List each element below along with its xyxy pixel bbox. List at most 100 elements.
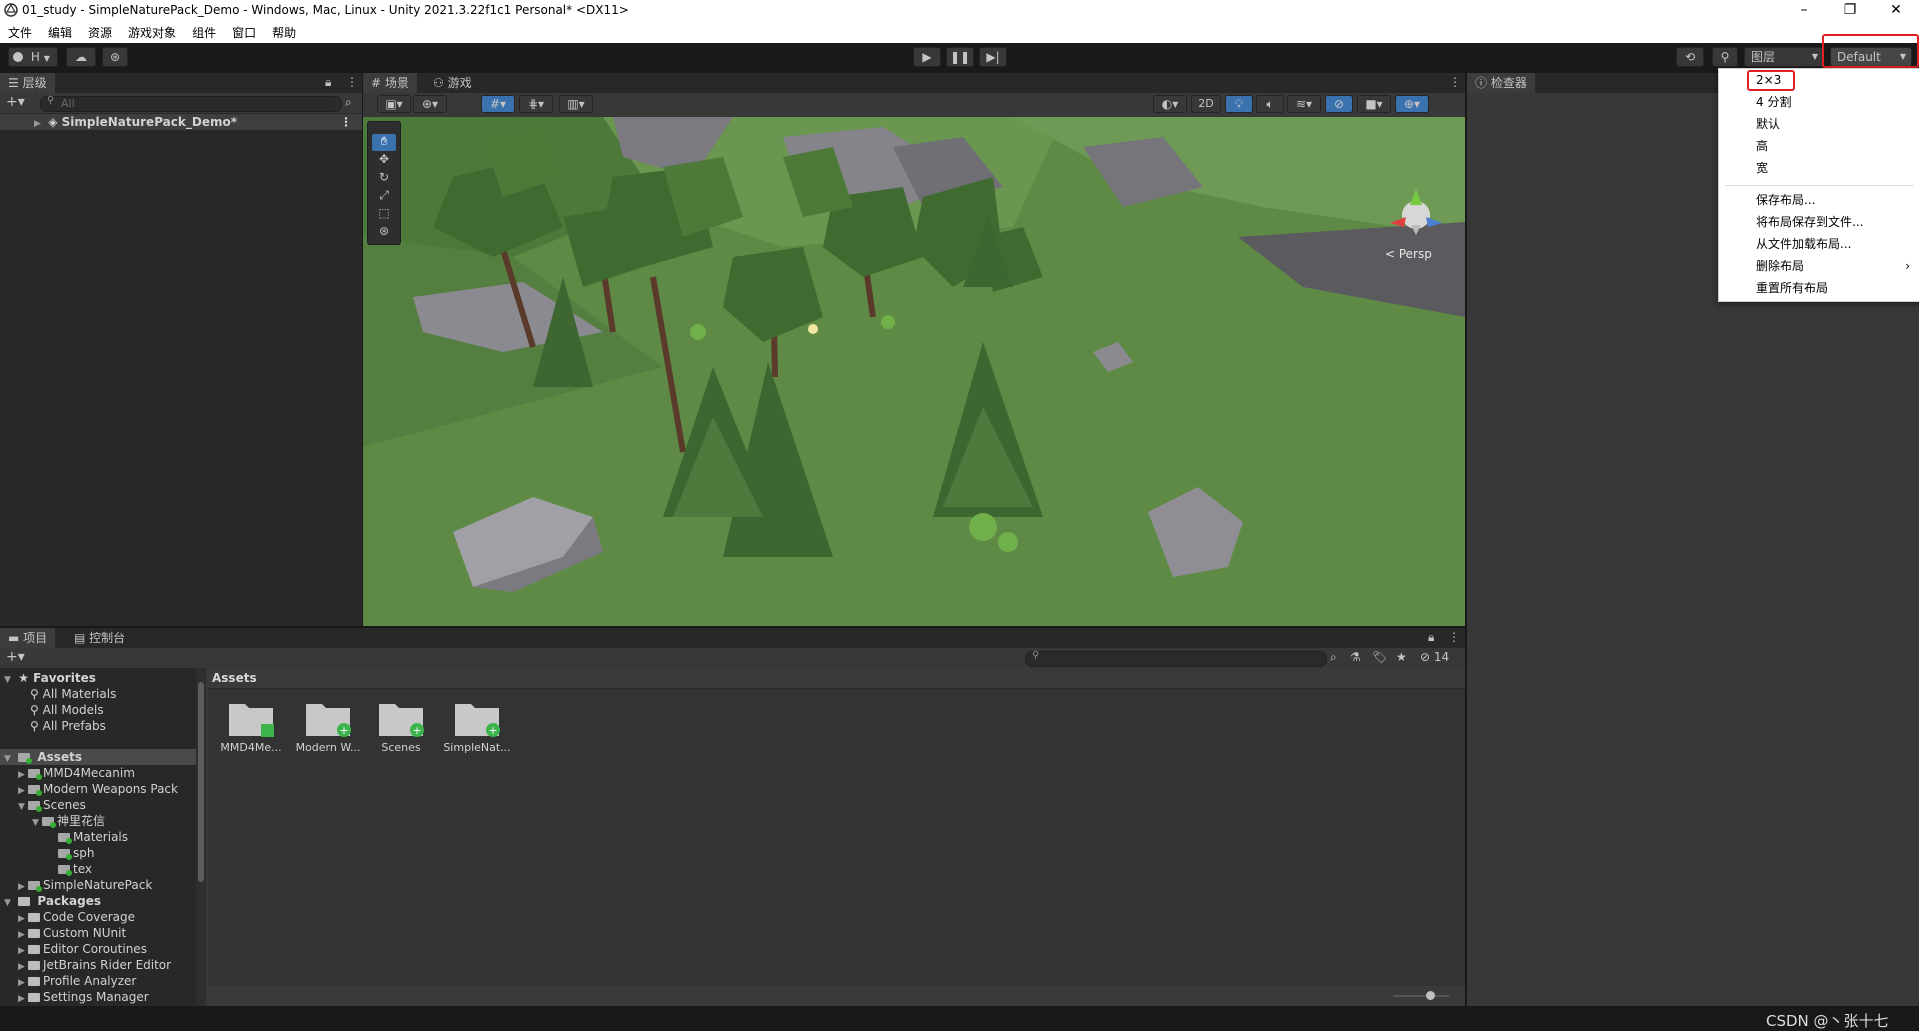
transform-tool-button[interactable]: ⊛: [372, 224, 396, 241]
favorite-star-icon[interactable]: ★: [1396, 650, 1407, 664]
layout-option-wide[interactable]: 宽: [1719, 159, 1919, 177]
tab-console[interactable]: ▤ 控制台: [66, 628, 133, 648]
menu-component[interactable]: 组件: [184, 22, 224, 43]
scale-tool-button[interactable]: ⤢: [372, 188, 396, 205]
close-button[interactable]: ✕: [1873, 0, 1919, 22]
undo-history-button[interactable]: ⟲: [1676, 47, 1704, 67]
lighting-toggle[interactable]: 💡︎: [1225, 95, 1253, 113]
zoom-slider-thumb[interactable]: [1426, 991, 1435, 1000]
menu-assets[interactable]: 资源: [80, 22, 120, 43]
global-local-dropdown[interactable]: ⊕▾: [413, 95, 447, 113]
folder-row[interactable]: tex: [58, 861, 92, 877]
increment-snap-dropdown[interactable]: ⋕▾: [519, 95, 553, 113]
favorite-item[interactable]: ⚲ All Prefabs: [30, 718, 106, 734]
more-menu-icon[interactable]: ⋮: [346, 75, 358, 89]
package-row[interactable]: ▶ Editor Coroutines: [18, 941, 147, 957]
tab-project[interactable]: ▬ 项目: [0, 628, 56, 648]
folder-row[interactable]: ▼ 神里花信: [32, 813, 105, 829]
layout-option-default[interactable]: 默认: [1719, 115, 1919, 133]
favorite-item[interactable]: ⚲ All Models: [30, 702, 104, 718]
maximize-button[interactable]: ❐: [1827, 0, 1873, 22]
folder-row[interactable]: ▶ Modern Weapons Pack: [18, 781, 178, 797]
search-button[interactable]: ⚲: [1712, 47, 1738, 67]
hidden-packages-toggle[interactable]: ⊘ 14: [1420, 650, 1449, 664]
minimize-button[interactable]: –: [1781, 0, 1827, 22]
play-button[interactable]: ▶: [913, 47, 941, 67]
draw-mode-dropdown[interactable]: ▣▾: [377, 95, 411, 113]
hand-tool-button[interactable]: ✋︎: [372, 134, 396, 151]
account-button[interactable]: H ▼: [8, 47, 58, 67]
audio-toggle[interactable]: 🔈︎: [1256, 95, 1284, 113]
filter-by-label-icon[interactable]: 🏷︎: [1372, 650, 1387, 664]
tab-inspector[interactable]: ⓘ 检查器: [1467, 73, 1535, 93]
more-menu-icon[interactable]: ⋮: [340, 114, 352, 130]
asset-folder-tile[interactable]: + Scenes: [368, 698, 434, 768]
menu-window[interactable]: 窗口: [224, 22, 264, 43]
rotate-tool-button[interactable]: ↻: [372, 170, 396, 187]
camera-dropdown[interactable]: ■▾: [1357, 95, 1391, 113]
package-row[interactable]: ▶ Code Coverage: [18, 909, 135, 925]
move-tool-button[interactable]: ✥: [372, 152, 396, 169]
folder-row[interactable]: Materials: [58, 829, 128, 845]
menu-file[interactable]: 文件: [0, 22, 40, 43]
tab-game[interactable]: ⚇ 游戏: [425, 73, 480, 93]
folder-row[interactable]: sph: [58, 845, 94, 861]
add-button[interactable]: +▾: [6, 94, 25, 110]
scene-row[interactable]: ▶ ◈ SimpleNaturePack_Demo* ⋮: [0, 114, 362, 130]
load-layout-from-file-item[interactable]: 从文件加载布局...: [1719, 235, 1919, 253]
menu-help[interactable]: 帮助: [264, 22, 304, 43]
package-row[interactable]: ▶ Profile Analyzer: [18, 973, 136, 989]
scene-visibility-toggle[interactable]: ⊘: [1325, 95, 1353, 113]
grid-snap-toggle[interactable]: #▾: [481, 95, 515, 113]
tab-hierarchy[interactable]: ☰ 层级: [0, 73, 55, 93]
project-search-input[interactable]: ⚲: [1025, 650, 1327, 667]
package-row[interactable]: ▶ Custom NUnit: [18, 925, 126, 941]
lock-icon[interactable]: 🔒︎: [1428, 630, 1434, 645]
step-button[interactable]: ▶|: [979, 47, 1007, 67]
gizmos-dropdown[interactable]: ⊕▾: [1395, 95, 1429, 113]
delete-layout-item[interactable]: 删除布局 ›: [1719, 257, 1919, 275]
package-row[interactable]: ▶ Settings Manager: [18, 989, 149, 1005]
save-layout-to-file-item[interactable]: 将布局保存到文件...: [1719, 213, 1919, 231]
package-row[interactable]: ▶ JetBrains Rider Editor: [18, 957, 171, 973]
rect-tool-button[interactable]: ⬚: [372, 206, 396, 223]
breadcrumb-assets[interactable]: Assets: [212, 671, 257, 685]
asset-folder-tile[interactable]: MMD4Me...: [218, 698, 284, 768]
folder-row[interactable]: ▶ MMD4Mecanim: [18, 765, 135, 781]
layout-option-tall[interactable]: 高: [1719, 137, 1919, 155]
scene-search-icon[interactable]: ⌕: [345, 95, 352, 110]
add-button[interactable]: +▾: [6, 649, 25, 665]
asset-folder-tile[interactable]: + Modern W...: [293, 698, 363, 768]
cloud-button[interactable]: ☁: [66, 47, 96, 67]
tree-scrollbar[interactable]: [196, 668, 206, 1006]
scene-viewport[interactable]: ✋︎ ✥ ↻ ⤢ ⬚ ⊛ < Persp: [363, 117, 1465, 626]
pause-button[interactable]: ❚❚: [946, 47, 974, 67]
favorites-header[interactable]: ▼ ★ Favorites: [0, 670, 96, 686]
more-menu-icon[interactable]: ⋮: [1449, 75, 1461, 89]
hierarchy-search-input[interactable]: ⚲ All: [40, 95, 342, 112]
assets-root-row[interactable]: ▼ Assets: [0, 749, 196, 765]
menu-gameobject[interactable]: 游戏对象: [120, 22, 184, 43]
favorite-item[interactable]: ⚲ All Materials: [30, 686, 116, 702]
filter-by-type-icon[interactable]: ⚗: [1350, 650, 1361, 664]
grid-visibility-dropdown[interactable]: ▥▾: [559, 95, 593, 113]
effects-dropdown[interactable]: ≋▾: [1287, 95, 1321, 113]
layers-dropdown[interactable]: 图层 ▼: [1744, 47, 1824, 67]
asset-folder-tile[interactable]: + SimpleNat...: [442, 698, 512, 768]
persp-label[interactable]: < Persp: [1385, 247, 1432, 261]
reset-all-layouts-item[interactable]: 重置所有布局: [1719, 279, 1919, 297]
zoom-slider-track[interactable]: [1393, 995, 1449, 997]
shading-mode-dropdown[interactable]: ◐▾: [1153, 95, 1187, 113]
menu-edit[interactable]: 编辑: [40, 22, 80, 43]
tab-scene[interactable]: # 场景: [363, 73, 417, 93]
lock-icon[interactable]: 🔒︎: [325, 75, 331, 90]
scrollbar-thumb[interactable]: [198, 682, 204, 882]
folder-row[interactable]: ▶ SimpleNaturePack: [18, 877, 152, 893]
layout-option-4-split[interactable]: 4 分割: [1719, 93, 1919, 111]
toggle-2d-button[interactable]: 2D: [1191, 95, 1221, 113]
search-by-type-icon[interactable]: ⌕: [1330, 650, 1337, 665]
more-menu-icon[interactable]: ⋮: [1448, 630, 1460, 644]
folder-row[interactable]: ▼ Scenes: [18, 797, 86, 813]
packages-root-row[interactable]: ▼ Packages: [0, 893, 101, 909]
collab-button[interactable]: ⊛: [102, 47, 128, 67]
